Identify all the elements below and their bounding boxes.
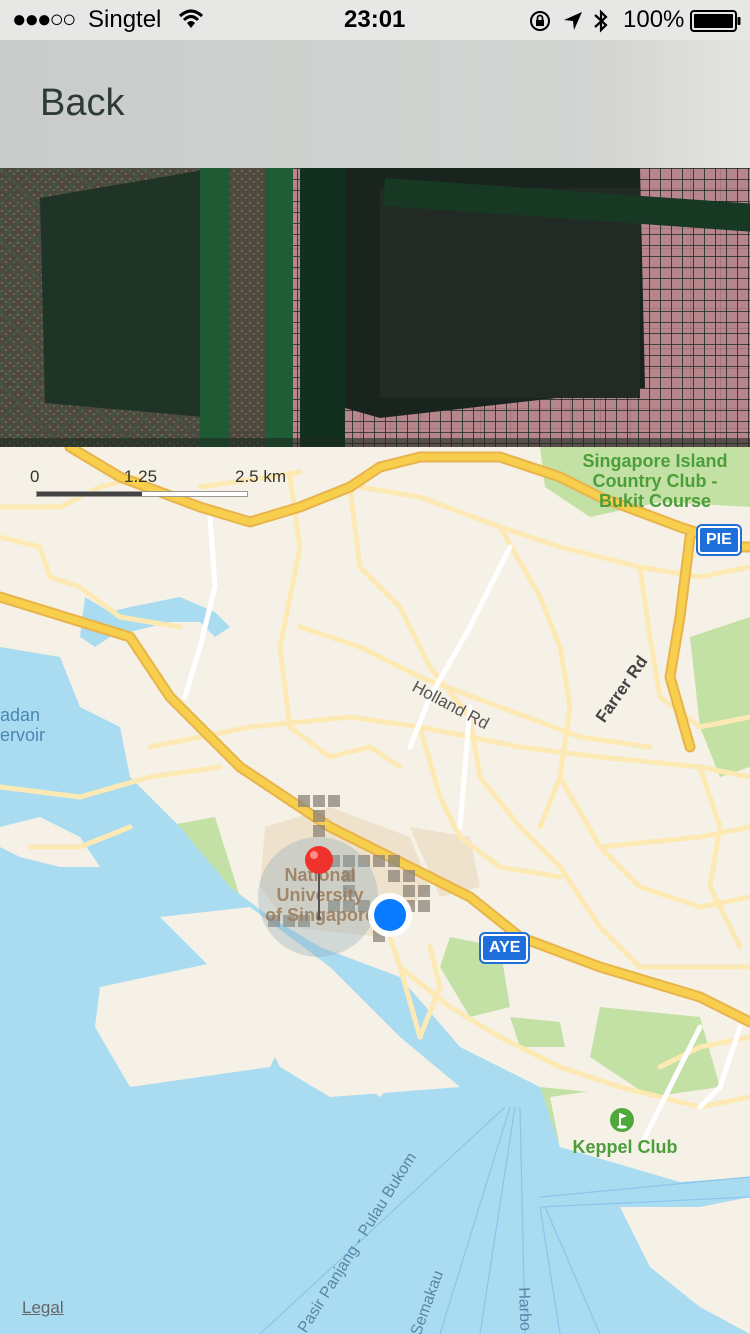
scale-bar-line <box>36 491 248 497</box>
signal-strength: ●●●○○ <box>12 6 77 33</box>
golf-icon[interactable] <box>609 1107 635 1138</box>
navigation-bar: Back <box>0 40 750 168</box>
highway-shield-aye: AYE <box>478 932 531 964</box>
bluetooth-icon <box>592 8 610 39</box>
highway-shield-pie: PIE <box>696 524 742 556</box>
place-label-reservoir: adan ervoir <box>0 705 45 745</box>
place-label-keppel-club[interactable]: Keppel Club <box>560 1137 690 1157</box>
map-view[interactable]: 0 1.25 2.5 km Singapore Island Country C… <box>0 447 750 1334</box>
location-arrow-icon <box>562 10 584 37</box>
carrier-name: Singtel <box>88 6 162 33</box>
scale-label-max: 2.5 km <box>235 467 287 486</box>
country-club-line2: Country Club - <box>592 471 718 491</box>
back-button[interactable]: Back <box>40 82 124 125</box>
country-club-line3: Bukit Course <box>598 491 712 511</box>
wifi-icon <box>178 8 204 35</box>
battery-icon <box>690 10 742 37</box>
clock-time: 23:01 <box>344 6 406 33</box>
route-label-harbour: Harbo <box>515 1287 534 1332</box>
scale-label-mid: 1.25 <box>124 467 158 486</box>
legal-link[interactable]: Legal <box>22 1298 64 1318</box>
reservoir-line1: adan <box>0 705 41 725</box>
place-label-country-club[interactable]: Singapore Island Country Club - Bukit Co… <box>560 451 750 511</box>
status-bar: ●●●○○ Singtel 23:01 100% <box>0 0 750 40</box>
scale-label-0: 0 <box>30 467 40 486</box>
current-location-dot-icon[interactable] <box>366 891 414 944</box>
orientation-lock-icon <box>528 9 552 38</box>
location-pin-icon[interactable] <box>302 833 336 928</box>
country-club-line1: Singapore Island <box>582 451 728 471</box>
reservoir-line2: ervoir <box>0 725 46 745</box>
location-photo <box>0 168 750 447</box>
battery-percent: 100% <box>623 6 685 33</box>
